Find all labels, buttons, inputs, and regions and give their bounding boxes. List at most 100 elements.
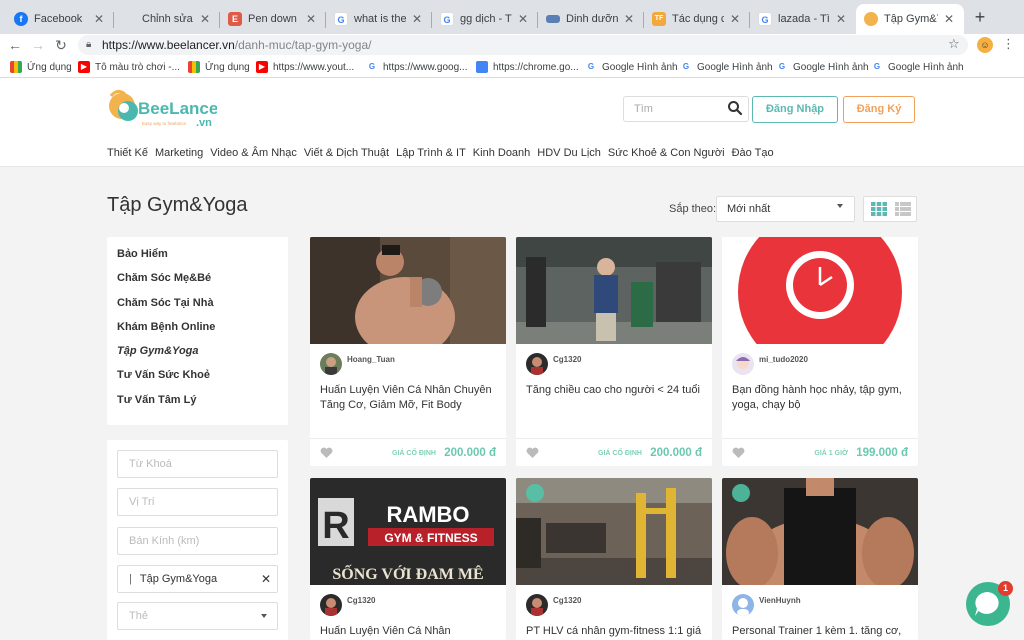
- bookmark-google-images-4[interactable]: G Google Hình ảnh: [871, 59, 964, 75]
- sidebar-item-cham-soc-tai-nha[interactable]: Chăm Sóc Tại Nhà: [107, 296, 288, 320]
- sidebar-item-tap-gym-yoga[interactable]: Tập Gym&Yoga: [107, 344, 288, 368]
- svg-text:.vn: .vn: [196, 117, 212, 129]
- sort-label: Sắp theo:: [669, 203, 717, 215]
- grid-view-icon[interactable]: [871, 202, 887, 216]
- nav-hdv-du-lich[interactable]: HDV Du Lịch: [537, 147, 601, 159]
- listing-card[interactable]: mi_tudo2020 Bạn đồng hành học nhảy, tập …: [722, 237, 918, 466]
- reload-icon[interactable]: ↻: [52, 36, 70, 54]
- listing-title[interactable]: Tăng chiều cao cho người < 24 tuổi: [526, 383, 704, 398]
- tag-select[interactable]: Thẻ: [117, 602, 278, 630]
- nav-kinh-doanh[interactable]: Kinh Doanh: [473, 147, 531, 159]
- more-menu-icon[interactable]: ⋮: [1002, 36, 1015, 52]
- lock-icon: 🔒︎: [86, 39, 92, 50]
- close-icon[interactable]: ✕: [304, 12, 318, 26]
- bookmark-google-images-1[interactable]: G Google Hình ảnh: [585, 59, 678, 75]
- category-select[interactable]: | Tập Gym&Yoga ✕: [117, 565, 278, 593]
- login-button[interactable]: Đăng Nhập: [752, 96, 838, 123]
- close-icon[interactable]: ✕: [516, 12, 530, 26]
- sidebar-item-tu-van-suc-khoe[interactable]: Tư Vấn Sức Khoẻ: [107, 368, 288, 392]
- listing-title[interactable]: Personal Trainer 1 kèm 1. tăng cơ,: [732, 624, 910, 639]
- search-icon[interactable]: [727, 100, 743, 116]
- browser-tab-pen-down[interactable]: E Pen down your ✕: [220, 4, 326, 34]
- clear-icon[interactable]: ✕: [261, 566, 271, 592]
- nav-dao-tao[interactable]: Đào Tạo: [732, 147, 774, 159]
- listing-photo: R RAMBO GYM & FITNESS SỐNG VỚI ĐAM MÊ: [310, 478, 506, 585]
- list-view-icon[interactable]: [895, 202, 911, 216]
- address-bar[interactable]: 🔒︎ https://www.beelancer.vn/danh-muc/tap…: [78, 35, 968, 55]
- youtube-icon: ▶: [78, 61, 90, 73]
- price-type: GIÁ 1 GIỜ: [814, 450, 848, 457]
- sidebar-item-tu-van-tam-ly[interactable]: Tư Vấn Tâm Lý: [107, 393, 288, 417]
- bookmark-youtube[interactable]: ▶ https://www.yout...: [256, 59, 354, 75]
- close-icon[interactable]: ✕: [622, 12, 636, 26]
- browser-tab-gg-dich[interactable]: G gg dịch - Tìm t ✕: [432, 4, 538, 34]
- nav-suc-khoe[interactable]: Sức Khoẻ & Con Người: [608, 147, 725, 159]
- price: 199.000 đ: [856, 447, 908, 459]
- listing-card[interactable]: Cg1320 Tăng chiều cao cho người < 24 tuổ…: [516, 237, 712, 466]
- bookmark-chrome-store[interactable]: https://chrome.go...: [476, 59, 579, 75]
- close-icon[interactable]: ✕: [942, 12, 956, 26]
- radius-input[interactable]: Bán Kính (km): [117, 527, 278, 555]
- nav-video-am-nhac[interactable]: Video & Âm Nhạc: [210, 147, 297, 159]
- google-icon: G: [440, 12, 454, 26]
- sidebar-item-cham-soc-me-be[interactable]: Chăm Sóc Mẹ&Bé: [107, 271, 288, 295]
- forward-arrow-icon[interactable]: →: [29, 36, 47, 54]
- heart-icon[interactable]: [732, 447, 745, 459]
- browser-tab-nutrition[interactable]: Dinh dưỡng: Cá ✕: [538, 4, 644, 34]
- nav-marketing[interactable]: Marketing: [155, 147, 203, 159]
- close-icon[interactable]: ✕: [198, 12, 212, 26]
- avatar: [320, 353, 342, 375]
- browser-tab-facebook[interactable]: f Facebook ✕: [6, 4, 114, 34]
- listing-card[interactable]: VienHuynh Personal Trainer 1 kèm 1. tăng…: [722, 478, 918, 640]
- seller-name[interactable]: Cg1320: [553, 355, 581, 364]
- seller-name[interactable]: Cg1320: [347, 596, 375, 605]
- bookmark-apps-2[interactable]: Ứng dụng: [188, 59, 250, 75]
- back-arrow-icon[interactable]: ←: [6, 36, 24, 54]
- seller-name[interactable]: VienHuynh: [759, 596, 801, 605]
- close-icon[interactable]: ✕: [92, 12, 106, 26]
- close-icon[interactable]: ✕: [410, 12, 424, 26]
- bookmark-coloring[interactable]: ▶ Tô màu trò chơi -...: [78, 59, 180, 75]
- close-icon[interactable]: ✕: [834, 12, 848, 26]
- listing-title[interactable]: Huấn Luyện Viên Cá Nhân: [320, 624, 498, 639]
- browser-tab-edit-post[interactable]: Chỉnh sửa bài v ✕: [114, 4, 220, 34]
- keyword-input[interactable]: Từ Khoá: [117, 450, 278, 478]
- nav-lap-trinh-it[interactable]: Lập Trình & IT: [396, 147, 466, 159]
- beelancer-logo[interactable]: BeeLancer .vn Easy way to freelance: [107, 86, 225, 132]
- listing-photo: [516, 478, 712, 585]
- browser-tab-gym-search[interactable]: G what is the gym ✕: [326, 4, 432, 34]
- seller-name[interactable]: Cg1320: [553, 596, 581, 605]
- bookmark-google-images-2[interactable]: G Google Hình ảnh: [680, 59, 773, 75]
- listing-title[interactable]: PT HLV cá nhân gym-fitness 1:1 giá rẻ: [526, 624, 704, 640]
- close-icon[interactable]: ✕: [728, 12, 742, 26]
- avatar: [526, 353, 548, 375]
- seller-name[interactable]: Hoang_Tuan: [347, 355, 395, 364]
- listing-title[interactable]: Huấn Luyện Viên Cá Nhân Chuyên Tăng Cơ, …: [320, 383, 498, 413]
- heart-icon[interactable]: [320, 447, 333, 459]
- nav-thiet-ke[interactable]: Thiết Kế: [107, 147, 148, 159]
- listing-photo: [516, 237, 712, 344]
- browser-tab-effects[interactable]: TF Tác dụng của ✕: [644, 4, 750, 34]
- sidebar-item-kham-benh-online[interactable]: Khám Bệnh Online: [107, 320, 288, 344]
- bookmark-apps[interactable]: Ứng dụng: [10, 59, 72, 75]
- bookmark-google-images-3[interactable]: G Google Hình ảnh: [776, 59, 869, 75]
- sidebar-item-bao-hiem[interactable]: Bảo Hiểm: [107, 247, 288, 271]
- heart-icon[interactable]: [526, 447, 539, 459]
- browser-tab-lazada[interactable]: G lazada - Tìm tr ✕: [750, 4, 856, 34]
- browser-tab-gym-yoga[interactable]: Tập Gym&Yoga ✕: [856, 4, 964, 34]
- location-input[interactable]: Vị Trí: [117, 488, 278, 516]
- listing-card[interactable]: Cg1320 PT HLV cá nhân gym-fitness 1:1 gi…: [516, 478, 712, 640]
- profile-avatar-icon[interactable]: ☺: [977, 37, 993, 53]
- nav-viet-dich-thuat[interactable]: Viết & Dịch Thuật: [304, 147, 389, 159]
- listing-card[interactable]: Hoang_Tuan Huấn Luyện Viên Cá Nhân Chuyê…: [310, 237, 506, 466]
- bookmark-star-icon[interactable]: ☆: [948, 36, 960, 52]
- listing-card[interactable]: R RAMBO GYM & FITNESS SỐNG VỚI ĐAM MÊ Cg…: [310, 478, 506, 640]
- listing-title[interactable]: Bạn đồng hành học nhảy, tập gym, yoga, c…: [732, 383, 910, 413]
- new-tab-icon[interactable]: +: [970, 8, 990, 28]
- seller-name[interactable]: mi_tudo2020: [759, 355, 808, 364]
- google-icon: G: [334, 12, 348, 26]
- register-button[interactable]: Đăng Ký: [843, 96, 915, 123]
- chat-notification-badge: 1: [998, 581, 1013, 596]
- bookmark-google[interactable]: Ghttps://www.goog...: [366, 59, 468, 75]
- sort-select[interactable]: Mới nhất: [716, 196, 855, 222]
